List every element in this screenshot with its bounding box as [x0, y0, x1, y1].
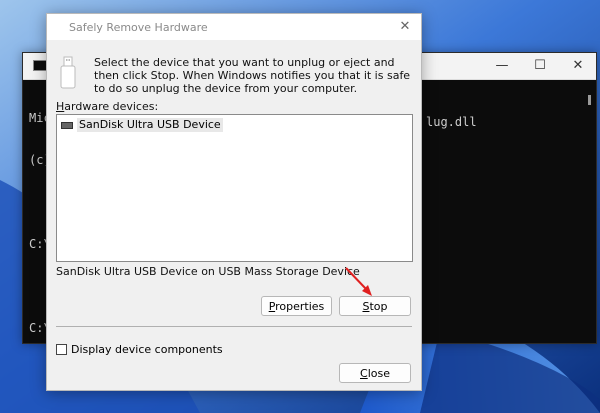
display-components-label: Display device components	[71, 343, 223, 356]
stop-label: top	[369, 300, 388, 313]
hardware-label-text: ardware devices:	[64, 100, 159, 113]
instruction-text: Select the device that you want to unplu…	[94, 56, 411, 95]
dialog-titlebar[interactable]: Safely Remove Hardware ✕	[47, 14, 421, 40]
hardware-devices-label: Hardware devices:	[56, 100, 158, 113]
close-mnemonic: C	[360, 367, 368, 380]
properties-label: roperties	[275, 300, 325, 313]
display-components-checkbox[interactable]	[56, 344, 67, 355]
separator	[56, 326, 412, 327]
dialog-close-button[interactable]: ✕	[395, 17, 415, 37]
minimize-button[interactable]: —	[484, 53, 520, 79]
cmd-app-icon	[33, 60, 47, 71]
display-components-row[interactable]: Display device components	[56, 343, 223, 356]
usb-drive-icon	[60, 56, 76, 89]
usb-device-icon	[61, 121, 73, 129]
cmd-line-tail: lug.dll	[426, 115, 477, 129]
device-list-item[interactable]: SanDisk Ultra USB Device	[61, 118, 223, 132]
device-name: SanDisk Ultra USB Device	[77, 118, 223, 132]
selected-device-description: SanDisk Ultra USB Device on USB Mass Sto…	[56, 265, 360, 278]
cmd-scrollbar-thumb[interactable]	[588, 95, 591, 105]
cmd-close-button[interactable]: ✕	[560, 53, 596, 79]
properties-button[interactable]: Properties	[261, 296, 332, 316]
safely-remove-hardware-dialog[interactable]: Safely Remove Hardware ✕ Select the devi…	[46, 13, 422, 391]
close-label: lose	[367, 367, 390, 380]
close-button[interactable]: Close	[339, 363, 411, 383]
stop-button[interactable]: Stop	[339, 296, 411, 316]
hardware-devices-list[interactable]: SanDisk Ultra USB Device	[56, 114, 413, 262]
maximize-button[interactable]: ☐	[522, 53, 558, 79]
dialog-title: Safely Remove Hardware	[69, 21, 208, 34]
